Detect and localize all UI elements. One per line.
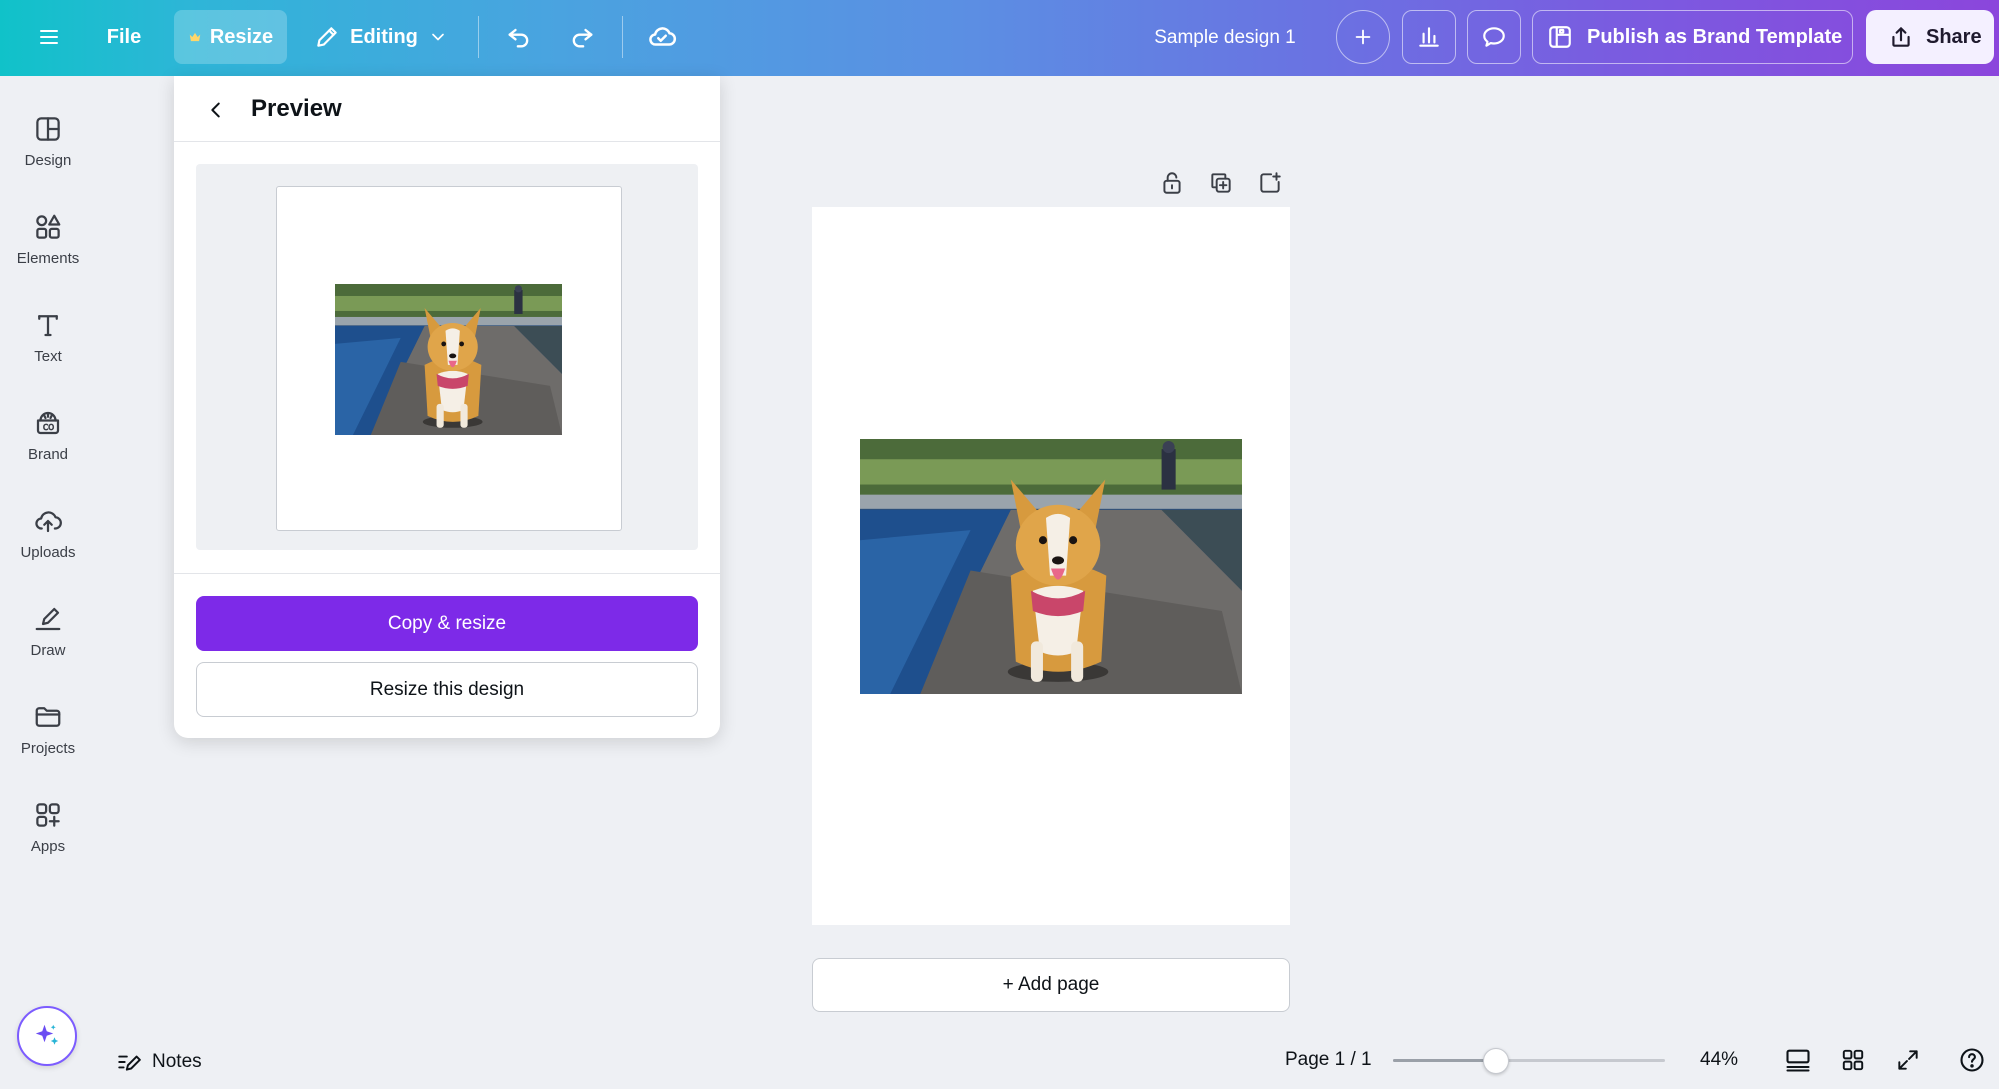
preview-area xyxy=(196,164,698,550)
help-button[interactable] xyxy=(1954,1042,1990,1078)
toolbar-divider xyxy=(622,16,623,58)
cloud-check-icon xyxy=(649,27,677,46)
sidebar-item-label: Design xyxy=(24,151,72,169)
duplicate-page-button[interactable] xyxy=(1204,166,1238,200)
svg-text:CO: CO xyxy=(43,422,54,431)
editing-label: Editing xyxy=(350,25,418,48)
expand-icon xyxy=(1898,1050,1918,1070)
share-label: Share xyxy=(1926,25,1982,48)
sidebar-item-elements[interactable]: Elements xyxy=(0,194,96,284)
hamburger-icon xyxy=(40,30,58,44)
sidebar-item-label: Brand xyxy=(27,445,69,463)
chevron-down-icon xyxy=(432,33,444,41)
lock-icon xyxy=(1163,172,1181,194)
page-view-icon xyxy=(1786,1049,1810,1072)
insights-button[interactable] xyxy=(1402,10,1456,64)
layout-icon xyxy=(36,116,60,141)
panel-divider xyxy=(174,573,720,574)
sidebar-item-brand[interactable]: CO Brand xyxy=(0,390,96,480)
add-collaborator-button[interactable] xyxy=(1336,10,1390,64)
document-title[interactable]: Sample design 1 xyxy=(1130,0,1320,76)
grid-view-button[interactable] xyxy=(1835,1042,1871,1078)
panel-title: Preview xyxy=(251,95,342,122)
zoom-slider[interactable] xyxy=(1393,1048,1665,1074)
editing-mode-dropdown[interactable]: Editing xyxy=(306,10,456,64)
panel-header: Preview xyxy=(174,76,720,142)
sidebar-item-label: Text xyxy=(34,347,62,365)
zoom-slider-thumb[interactable] xyxy=(1483,1048,1510,1074)
comments-button[interactable] xyxy=(1467,10,1521,64)
sidebar-item-projects[interactable]: Projects xyxy=(0,684,96,774)
magic-assistant-button[interactable] xyxy=(17,1006,77,1066)
resize-button[interactable]: Resize xyxy=(174,10,287,64)
page-view-button[interactable] xyxy=(1780,1042,1816,1078)
toolbar-divider xyxy=(478,16,479,58)
comment-icon xyxy=(1483,27,1505,47)
notes-button[interactable]: Notes xyxy=(116,1044,202,1080)
publish-label: Publish as Brand Template xyxy=(1587,25,1843,48)
resize-this-design-button[interactable]: Resize this design xyxy=(196,662,698,717)
pen-icon xyxy=(35,607,61,630)
resize-label: Resize xyxy=(209,25,274,48)
shapes-icon xyxy=(36,214,61,239)
left-sidebar: Design Elements Text CO Brand Uploads Dr… xyxy=(0,76,96,1089)
plus-icon xyxy=(1355,29,1371,45)
dog-photo-element[interactable] xyxy=(860,439,1242,694)
sidebar-item-draw[interactable]: Draw xyxy=(0,586,96,676)
template-icon xyxy=(1549,26,1571,48)
sidebar-item-label: Elements xyxy=(16,249,80,267)
crown-icon xyxy=(189,32,201,42)
text-icon xyxy=(38,314,58,336)
lock-page-button[interactable] xyxy=(1155,166,1189,200)
sparkle-icon xyxy=(35,1024,59,1045)
help-icon xyxy=(1960,1048,1984,1072)
redo-button[interactable] xyxy=(555,10,609,64)
top-bar: File Resize Editing Sample design 1 Publ… xyxy=(0,0,1999,76)
sidebar-item-label: Apps xyxy=(30,837,66,855)
sidebar-item-uploads[interactable]: Uploads xyxy=(0,488,96,578)
sidebar-item-design[interactable]: Design xyxy=(0,96,96,186)
zoom-slider-fill xyxy=(1393,1059,1497,1062)
notes-label: Notes xyxy=(152,1051,202,1072)
design-canvas-page[interactable] xyxy=(812,207,1290,925)
notes-icon xyxy=(118,1055,141,1071)
sidebar-item-label: Draw xyxy=(30,641,66,659)
apps-icon xyxy=(36,802,60,827)
publish-brand-template-button[interactable]: Publish as Brand Template xyxy=(1532,10,1853,64)
share-upload-icon xyxy=(1892,27,1910,47)
pencil-icon xyxy=(317,27,337,47)
save-status-button[interactable] xyxy=(635,10,689,64)
sidebar-item-label: Projects xyxy=(20,739,76,757)
preview-dog-photo xyxy=(335,284,562,435)
folder-icon xyxy=(35,706,61,727)
add-page-icon-button[interactable] xyxy=(1253,166,1287,200)
undo-button[interactable] xyxy=(492,10,546,64)
share-button[interactable]: Share xyxy=(1866,10,1994,64)
copy-and-resize-button[interactable]: Copy & resize xyxy=(196,596,698,651)
undo-icon xyxy=(508,28,529,48)
grid-icon xyxy=(1842,1049,1864,1071)
sidebar-item-apps[interactable]: Apps xyxy=(0,782,96,872)
page-indicator[interactable]: Page 1 / 1 xyxy=(1285,1049,1372,1071)
back-button[interactable] xyxy=(196,90,236,130)
bar-chart-icon xyxy=(1419,27,1439,47)
add-page-button[interactable]: + Add page xyxy=(812,958,1290,1012)
page-toolbar xyxy=(1155,166,1287,200)
main-menu-button[interactable] xyxy=(22,10,76,64)
cloud-upload-icon xyxy=(35,510,62,532)
sidebar-item-label: Uploads xyxy=(20,543,76,561)
brand-icon: CO xyxy=(36,411,60,434)
redo-icon xyxy=(572,28,593,48)
resize-preview-panel: Preview Copy & resize Resize this design xyxy=(174,76,720,738)
file-menu-button[interactable]: File xyxy=(96,10,152,64)
preview-page xyxy=(276,186,622,531)
chevron-left-icon xyxy=(211,102,220,118)
add-page-icon xyxy=(1260,172,1281,193)
fullscreen-button[interactable] xyxy=(1890,1042,1926,1078)
duplicate-icon xyxy=(1211,173,1231,193)
zoom-level[interactable]: 44% xyxy=(1700,1049,1738,1071)
sidebar-item-text[interactable]: Text xyxy=(0,292,96,382)
